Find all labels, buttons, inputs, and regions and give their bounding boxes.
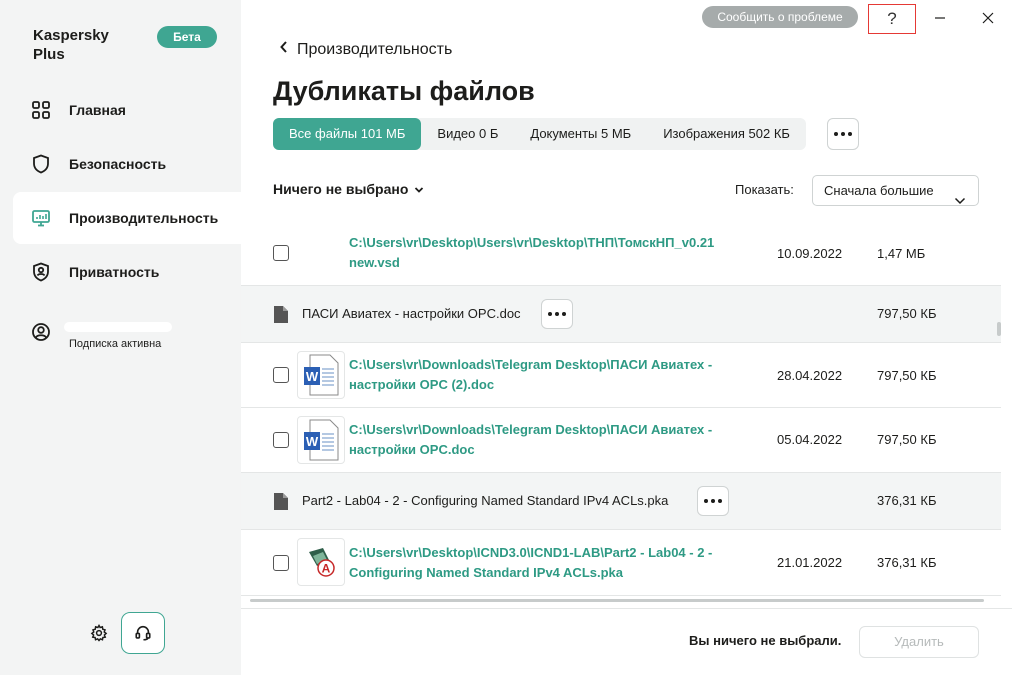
group-file-name: Part2 - Lab04 - 2 - Configuring Named St… xyxy=(302,493,669,508)
app-brand: Kaspersky Plus xyxy=(33,27,109,63)
back-link-label: Производительность xyxy=(297,40,453,58)
file-size: 797,50 КБ xyxy=(877,432,937,447)
sidebar-item-label: Безопасность xyxy=(69,156,167,172)
tab-documents[interactable]: Документы 5 МБ xyxy=(514,118,647,150)
file-path-link[interactable]: C:\Users\vr\Desktop\Users\vr\Desktop\ТНП… xyxy=(349,233,744,273)
chevron-down-icon xyxy=(954,186,966,215)
group-more-button[interactable] xyxy=(541,299,573,329)
word-doc-icon: W xyxy=(297,351,345,399)
close-button[interactable] xyxy=(978,8,998,28)
file-row: W C:\Users\vr\Downloads\Telegram Desktop… xyxy=(241,408,1001,473)
file-row: C:\Users\vr\Desktop\Users\vr\Desktop\ТНП… xyxy=(241,224,1001,286)
svg-text:A: A xyxy=(322,562,331,576)
tab-images[interactable]: Изображения 502 КБ xyxy=(647,118,806,150)
help-button[interactable]: ? xyxy=(868,4,916,34)
beta-badge: Бета xyxy=(157,26,217,48)
group-size: 797,50 КБ xyxy=(877,306,937,321)
duplicates-list[interactable]: C:\Users\vr\Desktop\Users\vr\Desktop\ТНП… xyxy=(241,224,1001,600)
group-size: 376,31 КБ xyxy=(877,493,937,508)
report-problem-button[interactable]: Сообщить о проблеме xyxy=(702,6,858,28)
file-date: 05.04.2022 xyxy=(777,432,843,447)
file-date: 28.04.2022 xyxy=(777,368,843,383)
page-title: Дубликаты файлов xyxy=(273,76,535,106)
support-button[interactable] xyxy=(121,612,165,654)
sidebar-item-label: Производительность xyxy=(69,210,219,226)
headset-icon xyxy=(135,625,151,641)
sort-select[interactable]: Сначала большие xyxy=(812,175,979,206)
subscription-status: Подписка активна xyxy=(69,338,162,350)
settings-button[interactable] xyxy=(88,622,110,644)
row-checkbox[interactable] xyxy=(273,555,289,571)
file-path-link[interactable]: C:\Users\vr\Desktop\ICND3.0\ICND1-LAB\Pa… xyxy=(349,543,744,583)
selection-status: Вы ничего не выбрали. xyxy=(689,633,842,648)
minimize-icon xyxy=(935,17,945,19)
file-size: 797,50 КБ xyxy=(877,368,937,383)
file-row: A C:\Users\vr\Desktop\ICND3.0\ICND1-LAB\… xyxy=(241,530,1001,596)
monitor-icon xyxy=(31,208,51,228)
more-dots-icon xyxy=(704,499,722,503)
packet-tracer-file-icon: A xyxy=(297,538,345,586)
duplicate-group-header: Part2 - Lab04 - 2 - Configuring Named St… xyxy=(241,473,1001,530)
footer-divider xyxy=(241,608,1012,609)
document-file-icon xyxy=(274,493,288,510)
privacy-shield-icon xyxy=(31,262,51,282)
file-row: W C:\Users\vr\Downloads\Telegram Desktop… xyxy=(241,343,1001,408)
chevron-left-icon xyxy=(279,40,289,59)
file-size: 376,31 КБ xyxy=(877,555,937,570)
tabs-more-button[interactable] xyxy=(827,118,859,150)
more-dots-icon xyxy=(548,312,566,316)
vertical-scrollbar[interactable] xyxy=(997,322,1001,336)
document-file-icon xyxy=(274,306,288,323)
duplicate-group-header: ПАСИ Авиатех - настройки OPC.doc 797,50 … xyxy=(241,286,1001,343)
back-link[interactable]: Производительность xyxy=(279,40,452,59)
selection-label: Ничего не выбрано xyxy=(273,181,409,197)
file-path-link[interactable]: C:\Users\vr\Downloads\Telegram Desktop\П… xyxy=(349,420,744,460)
gear-icon xyxy=(90,624,108,642)
delete-button[interactable]: Удалить xyxy=(859,626,979,658)
file-path-link[interactable]: C:\Users\vr\Downloads\Telegram Desktop\П… xyxy=(349,355,744,395)
group-file-name: ПАСИ Авиатех - настройки OPC.doc xyxy=(302,306,521,321)
sidebar-item-privacy[interactable]: Приватность xyxy=(13,246,241,298)
sidebar: Kaspersky Plus Бета Главная Безопасность… xyxy=(0,0,241,675)
row-checkbox[interactable] xyxy=(273,432,289,448)
selection-dropdown[interactable]: Ничего не выбрано xyxy=(273,181,424,197)
horizontal-scrollbar[interactable] xyxy=(250,599,984,602)
word-doc-icon: W xyxy=(297,416,345,464)
minimize-button[interactable] xyxy=(930,8,950,28)
more-dots-icon xyxy=(834,132,852,136)
group-more-button[interactable] xyxy=(697,486,729,516)
file-date: 21.01.2022 xyxy=(777,555,843,570)
file-size: 1,47 МБ xyxy=(877,246,926,261)
sidebar-item-account[interactable] xyxy=(13,306,241,358)
home-grid-icon xyxy=(31,100,51,120)
chevron-down-icon xyxy=(414,181,424,197)
close-icon xyxy=(982,12,994,24)
shield-icon xyxy=(31,154,51,174)
row-checkbox[interactable] xyxy=(273,245,289,261)
sidebar-item-performance[interactable]: Производительность xyxy=(13,192,241,244)
svg-text:W: W xyxy=(306,434,319,449)
sidebar-item-label: Приватность xyxy=(69,264,160,280)
svg-text:W: W xyxy=(306,369,319,384)
user-icon xyxy=(31,322,51,342)
sidebar-item-security[interactable]: Безопасность xyxy=(13,138,241,190)
sidebar-item-home[interactable]: Главная xyxy=(13,84,241,136)
file-date: 10.09.2022 xyxy=(777,246,843,261)
account-name-redacted xyxy=(64,322,172,332)
sort-select-value: Сначала большие xyxy=(824,183,934,198)
category-tabs: Все файлы 101 МБ Видео 0 Б Документы 5 М… xyxy=(273,118,806,150)
row-checkbox[interactable] xyxy=(273,367,289,383)
tab-video[interactable]: Видео 0 Б xyxy=(421,118,514,150)
show-label: Показать: xyxy=(735,182,794,197)
tab-all-files[interactable]: Все файлы 101 МБ xyxy=(273,118,422,150)
sidebar-item-label: Главная xyxy=(69,102,126,118)
